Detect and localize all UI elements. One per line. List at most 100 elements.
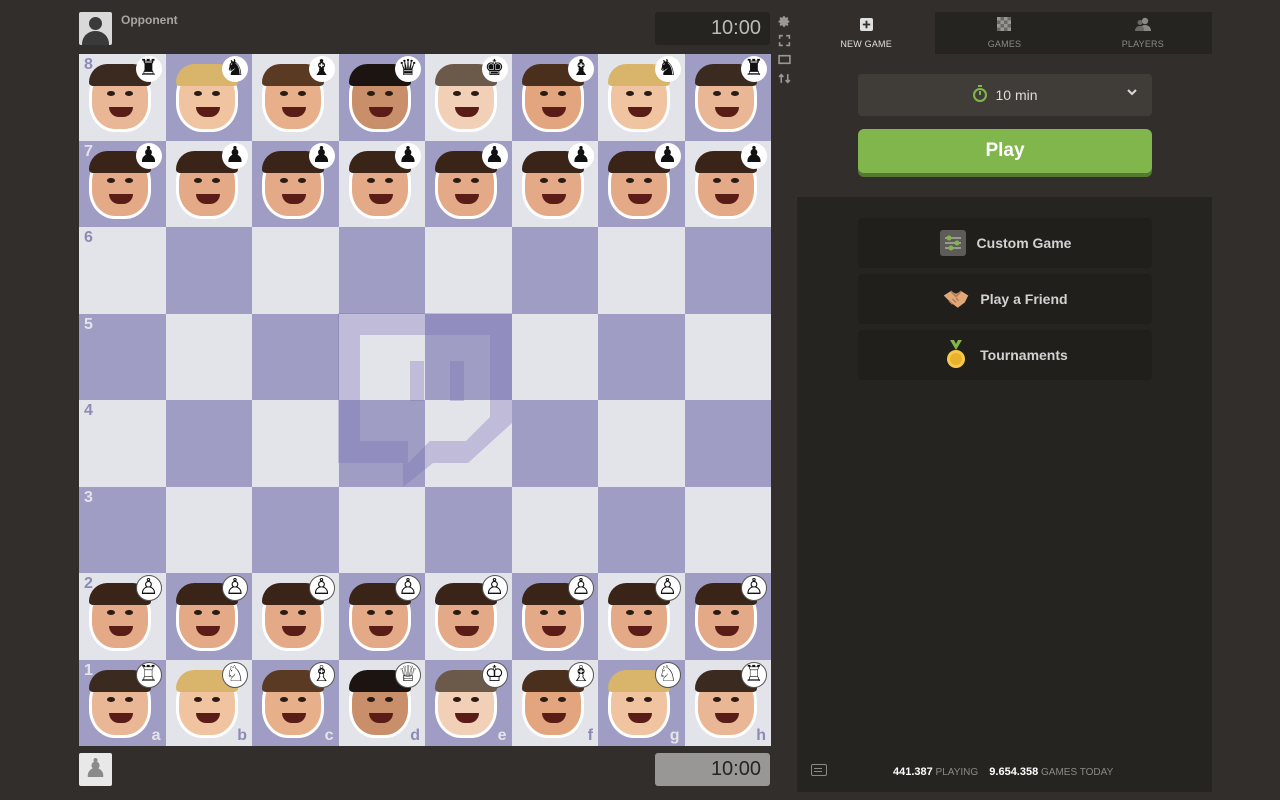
square-d7[interactable]: ♟ xyxy=(338,140,426,228)
square-c6[interactable] xyxy=(252,227,339,314)
square-a1[interactable]: 1 a ♖ xyxy=(79,659,166,747)
square-c2[interactable]: ♙ xyxy=(252,573,339,660)
white-bishop-piece[interactable]: ♗ xyxy=(512,660,599,747)
square-b5[interactable] xyxy=(165,313,252,400)
white-king-piece[interactable]: ♔ xyxy=(425,660,512,747)
square-d3[interactable] xyxy=(338,486,425,573)
white-pawn-piece[interactable]: ♙ xyxy=(166,573,253,660)
square-g7[interactable]: ♟ xyxy=(598,140,685,228)
square-f8[interactable]: ♝ xyxy=(511,54,599,141)
square-h1[interactable]: h ♖ xyxy=(684,659,772,747)
theater-icon[interactable] xyxy=(776,51,792,67)
square-c1[interactable]: c ♗ xyxy=(252,659,339,747)
square-h2[interactable]: ♙ xyxy=(684,573,771,660)
tab-games[interactable]: GAMES xyxy=(935,12,1073,54)
square-c8[interactable]: ♝ xyxy=(252,54,339,141)
square-f6[interactable] xyxy=(511,227,598,314)
black-king-piece[interactable]: ♚ xyxy=(425,54,512,141)
square-b6[interactable] xyxy=(165,227,252,314)
play-a-friend-button[interactable]: Play a Friend xyxy=(858,274,1152,324)
black-pawn-piece[interactable]: ♟ xyxy=(598,141,685,228)
black-rook-piece[interactable]: ♜ xyxy=(79,54,166,141)
square-f3[interactable] xyxy=(511,486,598,573)
square-d1[interactable]: d ♕ xyxy=(338,659,426,747)
square-a4[interactable]: 4 xyxy=(79,400,166,487)
square-d5[interactable] xyxy=(338,313,425,400)
square-d8[interactable]: ♛ xyxy=(338,54,426,141)
square-g8[interactable]: ♞ xyxy=(598,54,685,141)
square-g3[interactable] xyxy=(598,486,685,573)
tournaments-button[interactable]: Tournaments xyxy=(858,330,1152,380)
square-g4[interactable] xyxy=(598,400,685,487)
black-pawn-piece[interactable]: ♟ xyxy=(425,141,512,228)
white-rook-piece[interactable]: ♖ xyxy=(685,660,772,747)
black-knight-piece[interactable]: ♞ xyxy=(598,54,685,141)
square-f1[interactable]: f ♗ xyxy=(511,659,599,747)
time-control-select[interactable]: 10 min xyxy=(858,74,1152,116)
black-pawn-piece[interactable]: ♟ xyxy=(512,141,599,228)
square-c5[interactable] xyxy=(252,313,339,400)
square-e2[interactable]: ♙ xyxy=(425,573,512,660)
square-e5[interactable] xyxy=(425,313,512,400)
black-pawn-piece[interactable]: ♟ xyxy=(685,141,772,228)
black-bishop-piece[interactable]: ♝ xyxy=(252,54,339,141)
square-d4[interactable] xyxy=(338,400,425,487)
square-a5[interactable]: 5 xyxy=(79,313,166,400)
white-pawn-piece[interactable]: ♙ xyxy=(79,573,166,660)
square-b2[interactable]: ♙ xyxy=(165,573,253,660)
square-e3[interactable] xyxy=(425,486,512,573)
black-queen-piece[interactable]: ♛ xyxy=(339,54,426,141)
white-knight-piece[interactable]: ♘ xyxy=(166,660,253,747)
white-pawn-piece[interactable]: ♙ xyxy=(598,573,685,660)
square-c3[interactable] xyxy=(252,486,339,573)
square-e4[interactable] xyxy=(425,400,512,487)
fullscreen-icon[interactable] xyxy=(776,32,792,48)
black-bishop-piece[interactable]: ♝ xyxy=(512,54,599,141)
opponent-name[interactable]: Opponent xyxy=(121,13,178,27)
chat-icon[interactable] xyxy=(811,764,827,776)
tab-players[interactable]: PLAYERS xyxy=(1074,12,1212,54)
black-pawn-piece[interactable]: ♟ xyxy=(339,141,426,228)
gear-icon[interactable] xyxy=(776,13,792,29)
square-e1[interactable]: e ♔ xyxy=(425,659,512,747)
tab-new-game[interactable]: NEW GAME xyxy=(797,12,936,54)
square-h3[interactable] xyxy=(684,486,771,573)
square-h7[interactable]: ♟ xyxy=(684,140,772,228)
flip-board-icon[interactable] xyxy=(776,70,792,86)
square-a6[interactable]: 6 xyxy=(79,227,166,314)
square-a7[interactable]: 7 ♟ xyxy=(79,140,166,228)
square-f4[interactable] xyxy=(511,400,598,487)
square-b1[interactable]: b ♘ xyxy=(165,659,253,747)
square-e7[interactable]: ♟ xyxy=(425,140,512,228)
square-b4[interactable] xyxy=(165,400,252,487)
white-rook-piece[interactable]: ♖ xyxy=(79,660,166,747)
white-queen-piece[interactable]: ♕ xyxy=(339,660,426,747)
custom-game-button[interactable]: Custom Game xyxy=(858,218,1152,268)
black-pawn-piece[interactable]: ♟ xyxy=(252,141,339,228)
square-h5[interactable] xyxy=(684,313,771,400)
square-b7[interactable]: ♟ xyxy=(165,140,253,228)
white-pawn-piece[interactable]: ♙ xyxy=(252,573,339,660)
square-a8[interactable]: 8 ♜ xyxy=(79,54,166,141)
square-b3[interactable] xyxy=(165,486,252,573)
square-a2[interactable]: 2 ♙ xyxy=(79,573,166,660)
white-pawn-piece[interactable]: ♙ xyxy=(425,573,512,660)
play-button[interactable]: Play xyxy=(858,129,1152,173)
chessboard[interactable]: 8 ♜ ♞ ♝ ♛ ♚ ♝ ♞ ♜ 7 ♟ ♟ ♟ ♟ ♟ ♟ ♟ ♟ 6 5 4 3 2 ♙ ♙ ♙ ♙ ♙ ♙ ♙ ♙ 1 a ♖ b ♘ c ♗ d ♕… xyxy=(79,54,771,746)
square-c7[interactable]: ♟ xyxy=(252,140,339,228)
square-g5[interactable] xyxy=(598,313,685,400)
square-g6[interactable] xyxy=(598,227,685,314)
square-e8[interactable]: ♚ xyxy=(425,54,512,141)
square-d6[interactable] xyxy=(338,227,425,314)
square-a3[interactable]: 3 xyxy=(79,486,166,573)
square-b8[interactable]: ♞ xyxy=(165,54,252,141)
square-h8[interactable]: ♜ xyxy=(684,54,771,141)
white-bishop-piece[interactable]: ♗ xyxy=(252,660,339,747)
black-pawn-piece[interactable]: ♟ xyxy=(79,141,166,228)
black-pawn-piece[interactable]: ♟ xyxy=(166,141,253,228)
square-d2[interactable]: ♙ xyxy=(338,573,425,660)
square-c4[interactable] xyxy=(252,400,339,487)
square-h6[interactable] xyxy=(684,227,771,314)
square-g1[interactable]: g ♘ xyxy=(598,659,685,746)
square-f7[interactable]: ♟ xyxy=(511,140,599,228)
